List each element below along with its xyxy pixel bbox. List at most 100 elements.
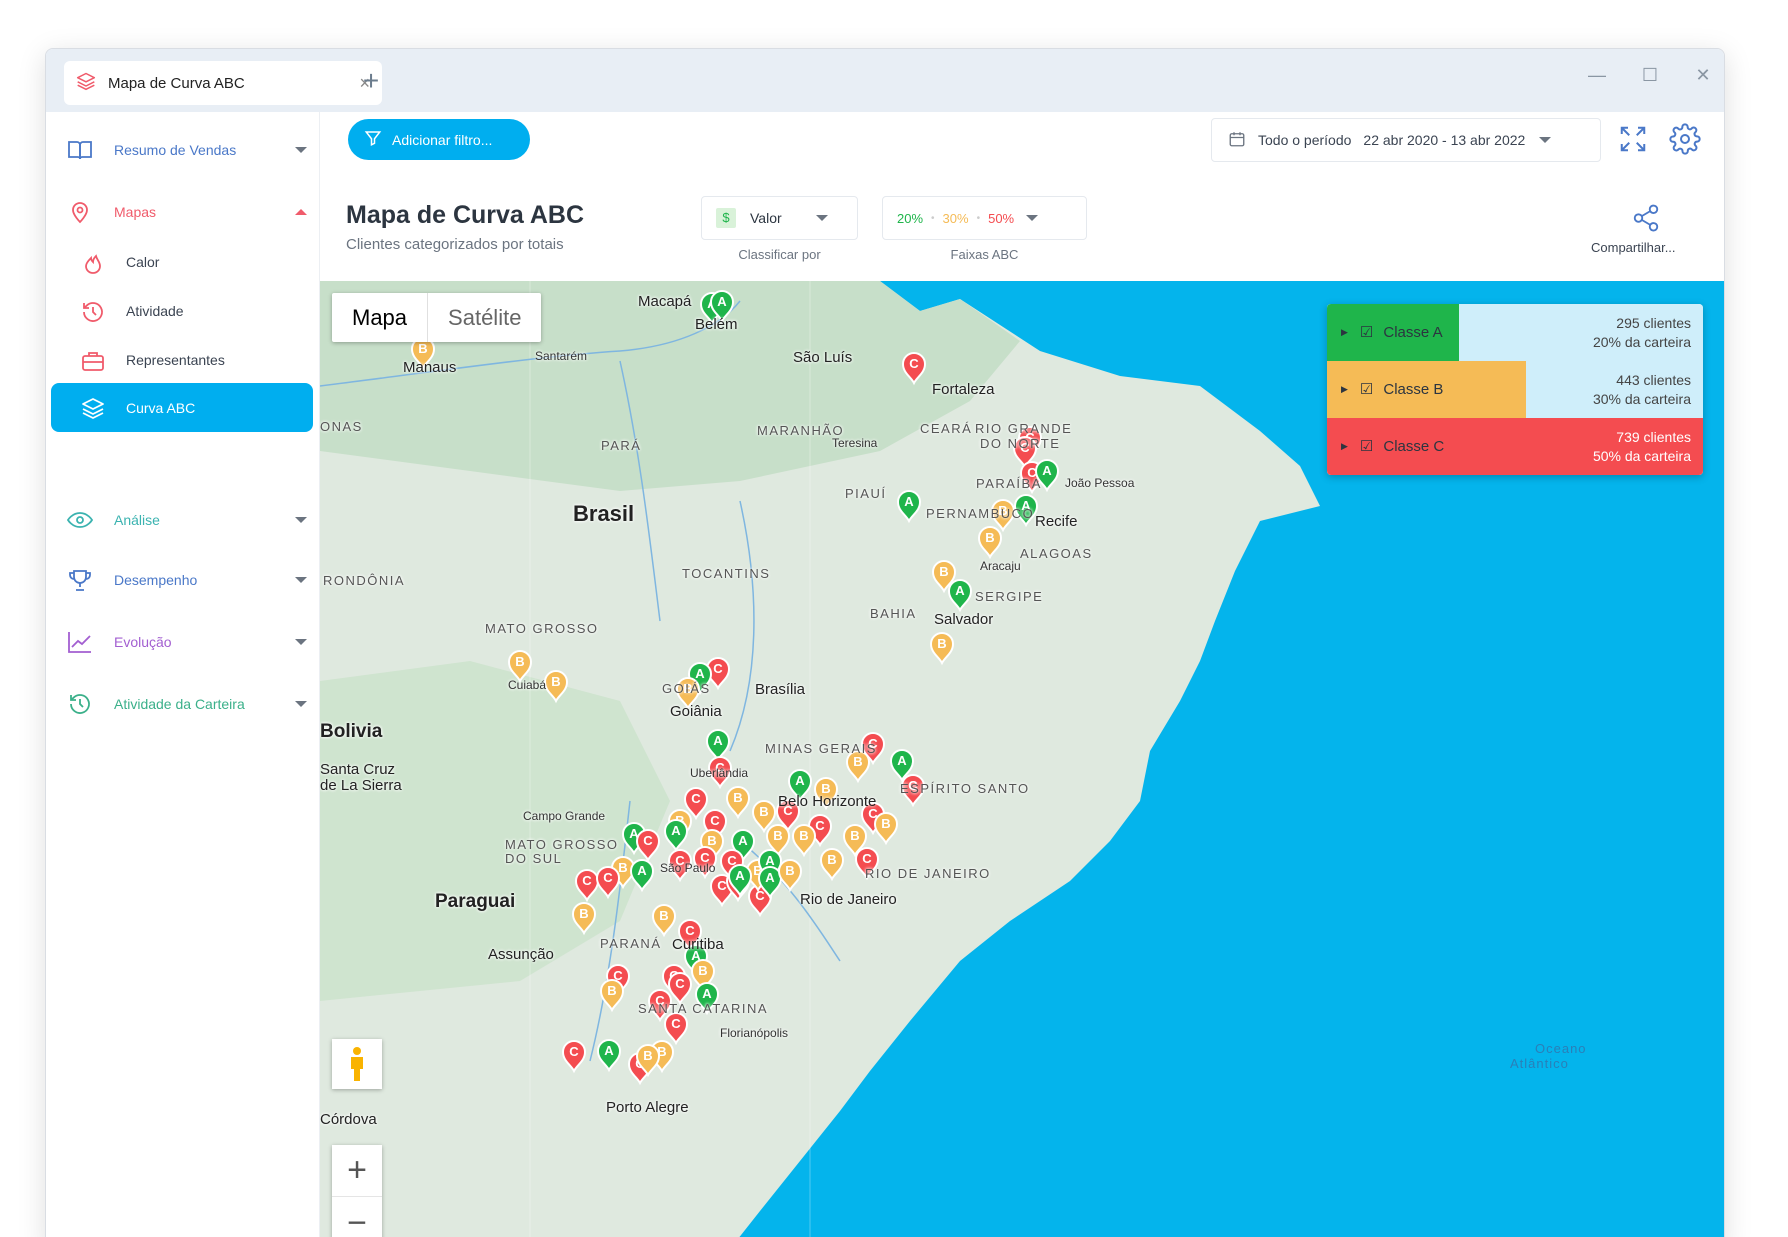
sort-value: Valor — [750, 210, 782, 226]
sidebar-item-label: Desempenho — [114, 572, 198, 588]
legend-row-classe-c[interactable]: ▶ ☑ Classe C 739 clientes 50% da carteir… — [1327, 418, 1703, 475]
map-label: Belo Horizonte — [778, 793, 877, 810]
legend-row-classe-a[interactable]: ▶ ☑ Classe A 295 clientes 20% da carteir… — [1327, 304, 1703, 361]
period-label: Todo o período — [1258, 132, 1352, 148]
map-type-mapa[interactable]: Mapa — [332, 293, 429, 342]
briefcase-icon — [81, 349, 105, 373]
svg-text:B: B — [418, 341, 427, 356]
minimize-button[interactable]: — — [1582, 65, 1612, 86]
map-label: Santa Cruz — [320, 761, 396, 778]
sidebar-item-label: Atividade da Carteira — [114, 696, 245, 712]
caret-right-icon: ▶ — [1341, 440, 1348, 451]
map-label: Brasília — [755, 681, 806, 698]
svg-text:A: A — [765, 870, 775, 885]
svg-text:C: C — [713, 661, 723, 676]
svg-text:C: C — [675, 976, 685, 991]
period-range: 22 abr 2020 - 13 abr 2022 — [1363, 132, 1526, 148]
svg-text:B: B — [659, 908, 668, 923]
svg-text:A: A — [713, 733, 723, 748]
sort-caption: Classificar por — [738, 247, 821, 262]
legend-count: 295 clientes — [1616, 315, 1691, 331]
map-type-toggle: Mapa Satélite — [332, 293, 542, 342]
svg-text:B: B — [707, 833, 716, 848]
sidebar-subitem-calor[interactable]: Calor — [51, 239, 313, 285]
sidebar-item-mapas[interactable]: Mapas — [51, 189, 313, 235]
calendar-icon — [1228, 130, 1246, 151]
chevron-down-icon — [1539, 137, 1552, 143]
map-label: Brasil — [573, 501, 635, 526]
svg-text:C: C — [643, 833, 653, 848]
new-tab-button[interactable]: + — [351, 65, 391, 97]
map-label: Manaus — [403, 359, 457, 376]
sidebar-subitem-label: Atividade — [126, 303, 184, 319]
map-label: Goiânia — [670, 703, 722, 720]
legend-row-classe-b[interactable]: ▶ ☑ Classe B 443 clientes 30% da carteir… — [1327, 361, 1703, 418]
map-label: Campo Grande — [523, 809, 606, 823]
checkbox-checked-icon[interactable]: ☑ — [1360, 437, 1373, 455]
map-label: SANTA CATARINA — [638, 1001, 769, 1016]
settings-gear-icon[interactable] — [1669, 123, 1701, 160]
maximize-button[interactable]: ☐ — [1635, 65, 1665, 86]
sidebar: Resumo de Vendas Mapas Calor Atividade R… — [46, 112, 320, 1237]
sidebar-item-evolucao[interactable]: Evolução — [51, 619, 313, 665]
map-label: PARANÁ — [600, 936, 662, 951]
sidebar-subitem-atividade[interactable]: Atividade — [51, 288, 313, 334]
period-selector[interactable]: Todo o período 22 abr 2020 - 13 abr 2022 — [1211, 118, 1601, 162]
svg-text:B: B — [698, 963, 707, 978]
map-label: PARÁ — [601, 438, 642, 453]
sidebar-subitem-curva-abc[interactable]: Curva ABC — [51, 383, 313, 432]
map-label: CEARÁ — [920, 421, 973, 436]
line-chart-icon — [67, 630, 93, 654]
sidebar-item-analise[interactable]: Análise — [51, 497, 313, 543]
map-label: ALAGOAS — [1020, 546, 1093, 561]
sidebar-item-atividade-da-carteira[interactable]: Atividade da Carteira — [51, 681, 313, 727]
close-window-button[interactable]: ✕ — [1688, 65, 1718, 86]
svg-text:A: A — [604, 1043, 614, 1058]
abc-bands-select[interactable]: 20% • 30% • 50% — [882, 196, 1087, 240]
svg-text:B: B — [643, 1048, 652, 1063]
svg-text:A: A — [897, 753, 907, 768]
eye-icon — [66, 508, 94, 532]
browser-tab[interactable]: Mapa de Curva ABC × — [64, 61, 382, 105]
chevron-down-icon — [1026, 215, 1039, 221]
fullscreen-icon[interactable] — [1618, 124, 1648, 159]
zoom-in-button[interactable]: + — [332, 1145, 382, 1197]
svg-text:A: A — [671, 823, 681, 838]
history-icon — [81, 300, 105, 324]
svg-text:B: B — [515, 654, 524, 669]
history-icon — [67, 692, 93, 716]
map-label: de La Sierra — [320, 777, 402, 794]
svg-text:A: A — [795, 773, 805, 788]
svg-text:B: B — [937, 636, 946, 651]
map-label: Fortaleza — [932, 381, 995, 398]
svg-text:B: B — [939, 564, 948, 579]
svg-text:A: A — [765, 853, 775, 868]
checkbox-checked-icon[interactable]: ☑ — [1360, 380, 1373, 398]
legend-share: 20% da carteira — [1592, 334, 1691, 350]
svg-text:C: C — [603, 870, 613, 885]
street-view-pegman-icon[interactable] — [332, 1039, 382, 1089]
sidebar-subitem-representantes[interactable]: Representantes — [51, 337, 313, 383]
map-label: João Pessoa — [1065, 476, 1135, 490]
share-icon[interactable] — [1631, 203, 1661, 238]
svg-text:B: B — [799, 828, 808, 843]
share-label[interactable]: Compartilhar... — [1591, 240, 1676, 255]
svg-text:B: B — [551, 674, 560, 689]
map-label: BAHIA — [870, 606, 917, 621]
sort-by-select[interactable]: $ Valor — [701, 196, 858, 240]
map-view[interactable]: AABCAABBCCCABABBBCABACABBCACBCBCABCABCBC… — [320, 281, 1724, 1237]
map-pin-icon — [67, 200, 93, 224]
svg-text:B: B — [759, 804, 768, 819]
filter-icon — [364, 129, 382, 150]
map-label: Santarém — [535, 349, 588, 363]
checkbox-checked-icon[interactable]: ☑ — [1360, 323, 1373, 341]
map-label: RONDÔNIA — [323, 573, 406, 588]
zoom-out-button[interactable]: − — [332, 1197, 382, 1237]
add-filter-button[interactable]: Adicionar filtro... — [348, 119, 530, 160]
legend-count: 739 clientes — [1616, 429, 1691, 445]
sidebar-item-resumo-de-vendas[interactable]: Resumo de Vendas — [51, 127, 313, 173]
sidebar-item-desempenho[interactable]: Desempenho — [51, 557, 313, 603]
map-label: Teresina — [832, 436, 878, 450]
map-type-satelite[interactable]: Satélite — [428, 293, 541, 342]
map-label: Uberlândia — [690, 766, 749, 780]
